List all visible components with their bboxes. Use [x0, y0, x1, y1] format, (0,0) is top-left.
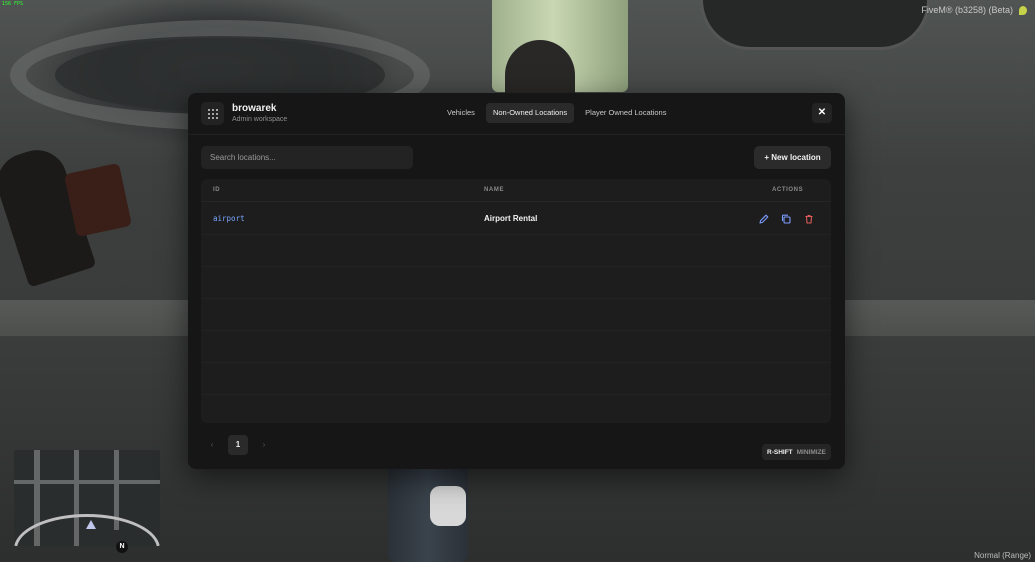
table-row-empty [201, 235, 831, 267]
locations-table: ID NAME ACTIONS airport Airport Rental [201, 179, 831, 423]
table-row-empty [201, 299, 831, 331]
tab-vehicles[interactable]: Vehicles [440, 103, 482, 123]
delete-icon[interactable] [803, 213, 815, 225]
fps-counter: 156 FPS [2, 1, 24, 7]
table-row-empty [201, 331, 831, 363]
page-1-button[interactable]: 1 [228, 435, 248, 455]
tab-bar: Vehicles Non-Owned Locations Player Owne… [440, 103, 673, 123]
voice-mode-label: Normal (Range) [974, 551, 1031, 560]
table-row: airport Airport Rental [201, 203, 831, 235]
player-shoe [430, 486, 466, 526]
duplicate-icon[interactable] [780, 213, 792, 225]
compass-north-icon: N [116, 541, 128, 553]
workspace-title: browarek [232, 103, 277, 114]
admin-panel: browarek Admin workspace Vehicles Non-Ow… [188, 93, 845, 469]
workspace-subtitle: Admin workspace [232, 116, 288, 123]
fountain [700, 0, 930, 50]
player-arrow-icon [86, 520, 96, 529]
tab-player-owned-locations[interactable]: Player Owned Locations [578, 103, 673, 123]
table-row-empty [201, 267, 831, 299]
minimap [14, 450, 160, 546]
search-input[interactable] [201, 146, 413, 169]
edit-icon[interactable] [758, 213, 770, 225]
suitcase [63, 162, 133, 238]
location-name: Airport Rental [484, 214, 538, 223]
table-row-empty [201, 363, 831, 395]
shortcut-label: MINIMIZE [796, 448, 826, 456]
grid-dots-icon [201, 102, 224, 125]
location-id: airport [213, 214, 245, 223]
prev-page-button[interactable]: ‹ [202, 435, 222, 455]
shortcut-key: R-SHIFT [767, 448, 793, 456]
pagination: ‹ 1 › [202, 435, 274, 455]
column-header-actions: ACTIONS [772, 187, 804, 193]
panel-header: browarek Admin workspace Vehicles Non-Ow… [188, 93, 845, 135]
next-page-button[interactable]: › [254, 435, 274, 455]
fivem-label: FiveM® (b3258) (Beta) [921, 5, 1013, 15]
table-header: ID NAME ACTIONS [201, 179, 831, 202]
column-header-id: ID [213, 187, 221, 193]
new-location-button[interactable]: + New location [754, 146, 831, 169]
minimize-shortcut-hint: R-SHIFT MINIMIZE [762, 444, 831, 460]
tab-non-owned-locations[interactable]: Non-Owned Locations [485, 103, 575, 123]
fivem-logo-icon [1019, 6, 1027, 15]
column-header-name: NAME [484, 187, 505, 193]
close-icon[interactable]: ✕ [812, 103, 832, 123]
